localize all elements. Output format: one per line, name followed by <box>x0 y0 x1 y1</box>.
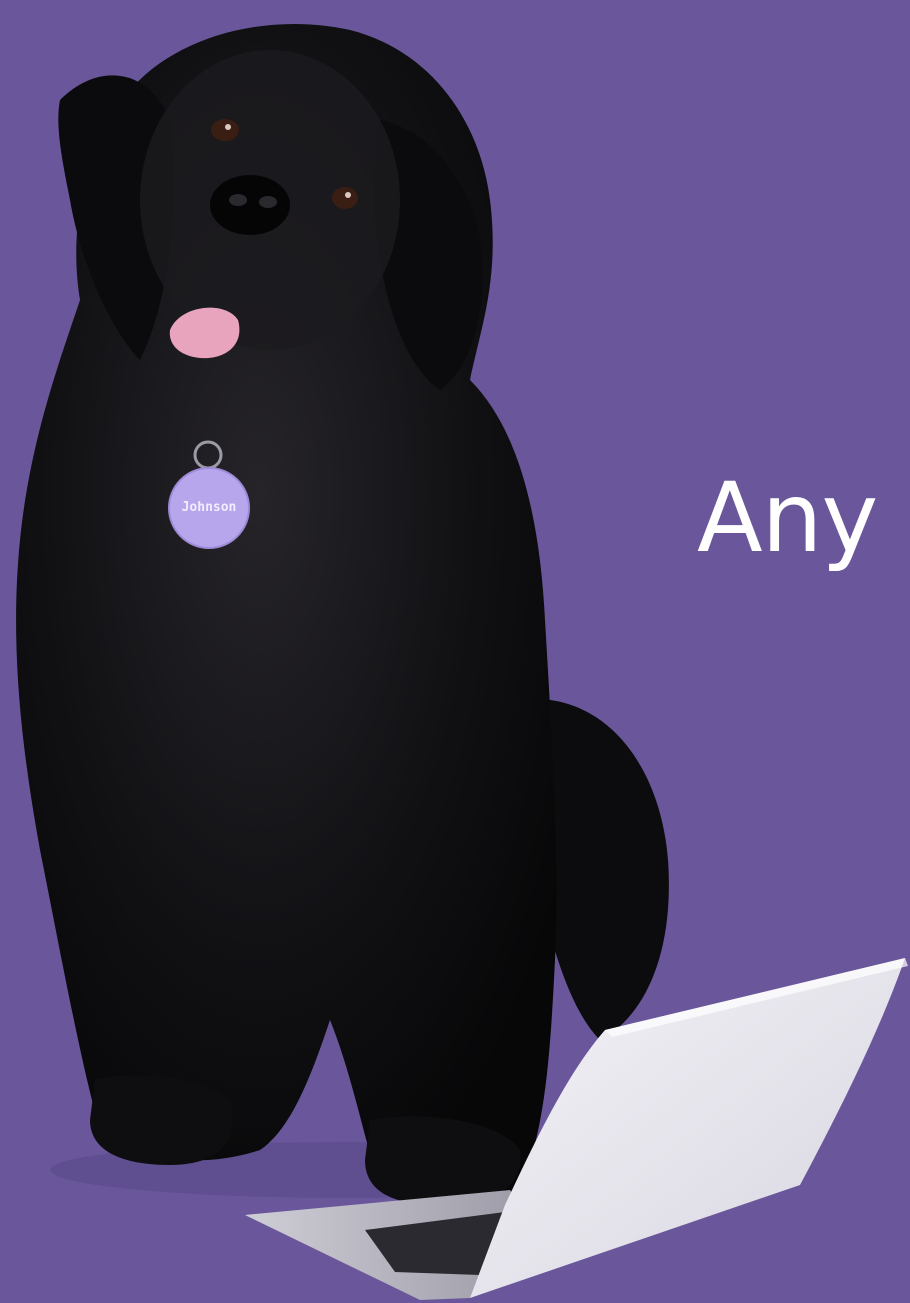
hero-headline: Any d <box>697 462 910 574</box>
pet-tag-name: Johnson <box>181 500 237 515</box>
dog-nose <box>210 175 290 235</box>
dog-with-laptop-photo <box>16 24 908 1300</box>
dog-right-eye <box>332 187 358 209</box>
hero-banner: Johnson Any d <box>0 0 910 1303</box>
dog-left-eye <box>211 119 239 141</box>
